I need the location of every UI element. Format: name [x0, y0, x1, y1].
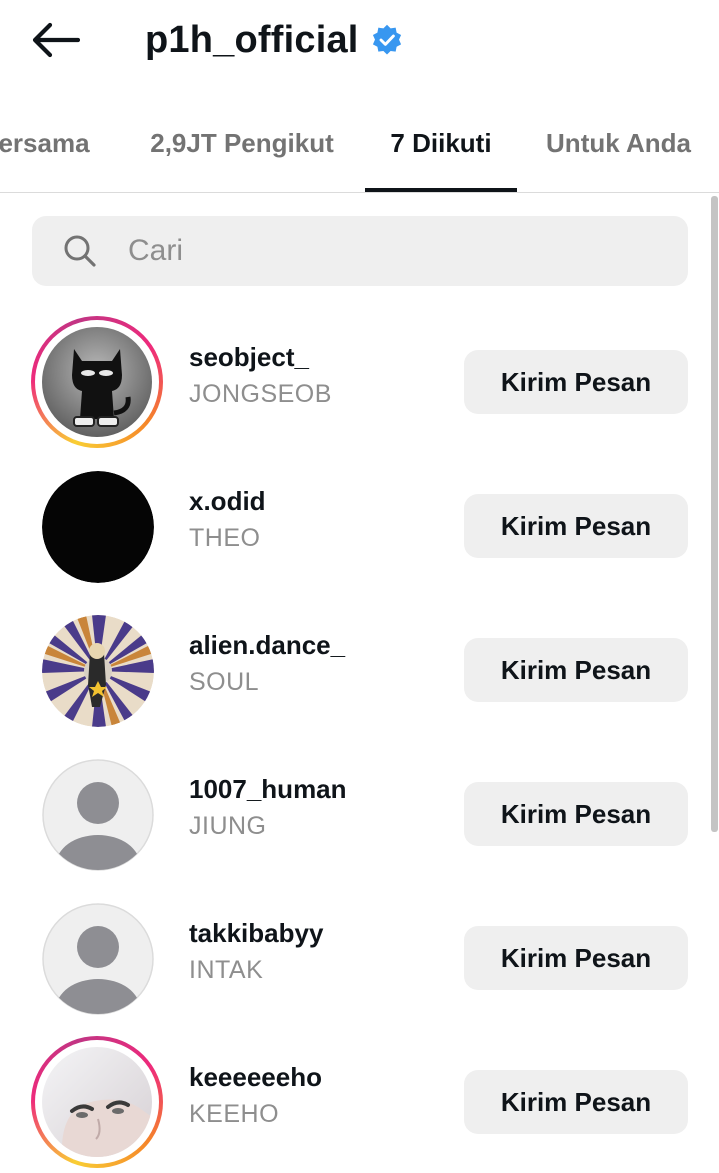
verified-badge-icon	[371, 24, 403, 56]
back-button[interactable]	[26, 18, 84, 66]
list-item[interactable]: seobject_ JONGSEOB Kirim Pesan	[0, 310, 719, 454]
send-message-button[interactable]: Kirim Pesan	[464, 350, 688, 414]
active-tab-indicator	[365, 188, 517, 192]
username[interactable]: seobject_	[189, 342, 309, 373]
list-item[interactable]: x.odid THEO Kirim Pesan	[0, 454, 719, 598]
full-name: SOUL	[189, 668, 260, 696]
list-item[interactable]: takkibabyy INTAK Kirim Pesan	[0, 886, 719, 1030]
arrow-left-icon	[30, 22, 81, 63]
story-ring[interactable]	[31, 316, 163, 448]
profile-title-group: p1h_official	[145, 14, 403, 66]
search-input[interactable]	[126, 233, 670, 269]
full-name: INTAK	[189, 956, 264, 984]
tab-following-label: 7 Diikuti	[390, 128, 492, 158]
full-name: KEEHO	[189, 1100, 280, 1128]
top-bar: p1h_official	[0, 0, 719, 90]
tab-followers-label: 2,9JT Pengikut	[150, 128, 334, 158]
full-name: JONGSEOB	[189, 380, 332, 408]
profile-tabs: ersama 2,9JT Pengikut 7 Diikuti Untuk An…	[0, 112, 719, 193]
avatar	[42, 327, 152, 437]
default-user-icon[interactable]	[42, 759, 154, 871]
tab-for-you-label: Untuk Anda	[546, 128, 691, 158]
send-message-button[interactable]: Kirim Pesan	[464, 494, 688, 558]
tab-following[interactable]: 7 Diikuti	[365, 112, 517, 192]
full-name: THEO	[189, 524, 261, 552]
username[interactable]: keeeeeeho	[189, 1062, 322, 1093]
tab-mutual-label: ersama	[0, 128, 90, 158]
list-item[interactable]: keeeeeeho KEEHO Kirim Pesan	[0, 1030, 719, 1173]
username[interactable]: 1007_human	[189, 774, 347, 805]
avatar[interactable]	[42, 471, 154, 583]
send-message-button[interactable]: Kirim Pesan	[464, 1070, 688, 1134]
list-item[interactable]: alien.dance_ SOUL Kirim Pesan	[0, 598, 719, 742]
full-name: JIUNG	[189, 812, 267, 840]
avatar[interactable]	[42, 615, 154, 727]
tab-for-you[interactable]: Untuk Anda	[540, 112, 697, 192]
search-icon	[62, 233, 98, 269]
avatar	[42, 1047, 152, 1157]
send-message-button[interactable]: Kirim Pesan	[464, 926, 688, 990]
profile-username-title: p1h_official	[145, 19, 359, 61]
username[interactable]: takkibabyy	[189, 918, 323, 949]
story-ring[interactable]	[31, 1036, 163, 1168]
send-message-button[interactable]: Kirim Pesan	[464, 638, 688, 702]
scrollbar[interactable]	[711, 196, 718, 832]
tab-mutual[interactable]: ersama	[0, 112, 94, 192]
username[interactable]: x.odid	[189, 486, 266, 517]
username[interactable]: alien.dance_	[189, 630, 345, 661]
tab-followers[interactable]: 2,9JT Pengikut	[142, 112, 342, 192]
default-user-icon[interactable]	[42, 903, 154, 1015]
send-message-button[interactable]: Kirim Pesan	[464, 782, 688, 846]
following-screen: p1h_official ersama 2,9JT Pengikut 7 Dii…	[0, 0, 719, 1173]
search-bar[interactable]	[32, 216, 688, 286]
list-item[interactable]: 1007_human JIUNG Kirim Pesan	[0, 742, 719, 886]
